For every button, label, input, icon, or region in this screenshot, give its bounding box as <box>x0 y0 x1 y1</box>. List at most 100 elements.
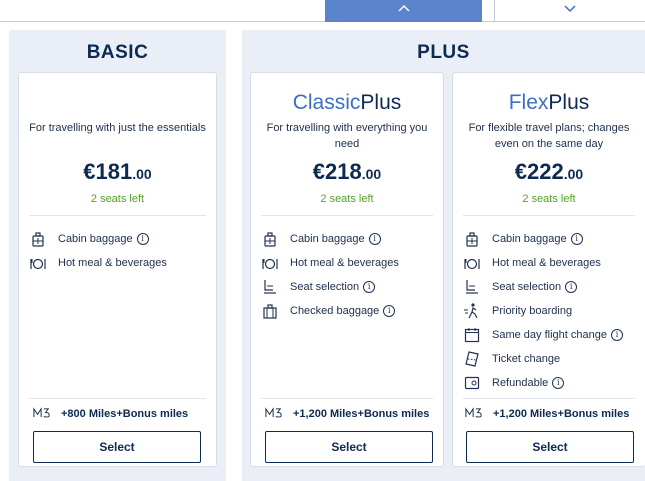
feature-item: Seat selection i <box>261 275 399 299</box>
fare-price: €181.00 <box>19 159 216 185</box>
feature-item: Cabin baggage i <box>261 227 399 251</box>
price-integer: 222 <box>527 159 564 184</box>
calendar-change-icon <box>463 326 481 344</box>
price-currency: € <box>312 159 326 184</box>
feature-label: Same day flight change <box>492 329 607 341</box>
feature-label: Cabin baggage <box>58 233 133 245</box>
price-currency: € <box>514 159 528 184</box>
info-icon[interactable]: i <box>363 281 376 293</box>
feature-label: Ticket change <box>492 353 561 365</box>
feature-item: Hot meal & beverages <box>261 251 399 275</box>
priority-boarding-icon <box>463 302 481 320</box>
seats-left: 2 seats left <box>522 193 576 205</box>
divider <box>29 398 206 399</box>
divider <box>261 398 433 399</box>
divider <box>261 215 433 216</box>
refund-icon <box>463 374 481 392</box>
miles-and-more-icon <box>265 407 283 421</box>
fare-name-accent: Classic <box>292 91 361 114</box>
miles-and-more-icon <box>33 407 51 421</box>
miles-earned: +800 Miles+Bonus miles <box>33 407 188 421</box>
price-cents: .00 <box>563 166 584 182</box>
cabin-baggage-icon <box>261 230 279 248</box>
info-icon[interactable]: i <box>552 377 565 389</box>
info-icon[interactable]: i <box>565 281 578 293</box>
seat-selection-icon <box>463 278 481 296</box>
hot-meal-icon <box>463 254 481 272</box>
price-currency: € <box>83 159 96 184</box>
ticket-change-icon <box>463 350 481 368</box>
fare-price: €218.00 <box>251 159 443 185</box>
fare-description: For travelling with everything you need <box>266 122 428 150</box>
feature-label: Cabin baggage <box>290 233 365 245</box>
feature-item: Cabin baggage i <box>463 227 623 251</box>
fare-card-basic: For travelling with just the essentials €… <box>18 72 217 467</box>
chevron-down-icon <box>563 5 576 13</box>
divider <box>29 215 206 216</box>
feature-label: Checked baggage <box>290 305 380 317</box>
feature-label: Hot meal & beverages <box>492 257 601 269</box>
feature-label: Hot meal & beverages <box>290 257 399 269</box>
top-strip <box>0 0 645 22</box>
chevron-up-icon <box>397 4 410 12</box>
feature-item: Checked baggage i <box>261 299 399 323</box>
feature-label: Priority boarding <box>492 305 573 317</box>
fare-price: €222.00 <box>453 159 645 185</box>
cabin-baggage-icon <box>29 230 47 248</box>
fare-name: ClassicPlus <box>251 91 443 115</box>
feature-list: Cabin baggage i Hot meal & beverages Seat s… <box>463 227 623 395</box>
feature-item: Hot meal & beverages <box>29 251 167 275</box>
fare-card-classic-plus: ClassicPlus For travelling with everythin… <box>250 72 444 467</box>
feature-label: Refundable <box>492 377 549 389</box>
hot-meal-icon <box>29 254 47 272</box>
feature-list: Cabin baggage i Hot meal & beverages Seat s… <box>261 227 399 323</box>
select-button[interactable]: Select <box>265 431 433 463</box>
fare-description: For travelling with just the essentials <box>29 122 206 134</box>
select-button[interactable]: Select <box>466 431 634 463</box>
info-icon[interactable]: i <box>136 233 149 245</box>
divider <box>463 215 635 216</box>
feature-item: Priority boarding <box>463 299 623 323</box>
feature-label: Hot meal & beverages <box>58 257 167 269</box>
hot-meal-icon <box>261 254 279 272</box>
tab-separator <box>494 0 495 22</box>
miles-text: +800 Miles+Bonus miles <box>61 408 189 420</box>
miles-text: +1,200 Miles+Bonus miles <box>293 408 430 420</box>
feature-label: Seat selection <box>290 281 360 293</box>
fare-description: For flexible travel plans; changes even … <box>468 122 630 150</box>
divider <box>463 398 635 399</box>
feature-list: Cabin baggage i Hot meal & beverages <box>29 227 167 275</box>
price-integer: 218 <box>325 159 362 184</box>
miles-and-more-icon <box>465 407 483 421</box>
feature-item: Refundable i <box>463 371 623 395</box>
feature-item: Ticket change <box>463 347 623 371</box>
collapse-tab[interactable] <box>325 0 482 22</box>
fare-name-suffix: Plus <box>548 91 590 114</box>
price-integer: 181 <box>95 159 133 184</box>
fare-card-flex-plus: FlexPlus For flexible travel plans; chang… <box>452 72 645 467</box>
info-icon[interactable]: i <box>610 329 623 341</box>
price-cents: .00 <box>361 166 382 182</box>
info-icon[interactable]: i <box>383 305 396 317</box>
miles-earned: +1,200 Miles+Bonus miles <box>465 407 629 421</box>
feature-label: Seat selection <box>492 281 562 293</box>
feature-item: Cabin baggage i <box>29 227 167 251</box>
seat-selection-icon <box>261 278 279 296</box>
seats-left: 2 seats left <box>320 193 374 205</box>
plus-panel-title: PLUS <box>417 42 470 63</box>
basic-panel-title: BASIC <box>86 42 149 63</box>
expand-tab[interactable] <box>494 0 645 22</box>
seats-left: 2 seats left <box>90 193 145 205</box>
checked-baggage-icon <box>261 302 279 320</box>
info-icon[interactable]: i <box>570 233 583 245</box>
feature-label: Cabin baggage <box>492 233 567 245</box>
select-button[interactable]: Select <box>33 431 201 463</box>
info-icon[interactable]: i <box>368 233 381 245</box>
miles-earned: +1,200 Miles+Bonus miles <box>265 407 429 421</box>
fare-name: FlexPlus <box>453 91 645 115</box>
feature-item: Hot meal & beverages <box>463 251 623 275</box>
feature-item: Seat selection i <box>463 275 623 299</box>
fare-name-accent: Flex <box>508 91 549 114</box>
fare-name-suffix: Plus <box>360 91 402 114</box>
feature-item: Same day flight change i <box>463 323 623 347</box>
